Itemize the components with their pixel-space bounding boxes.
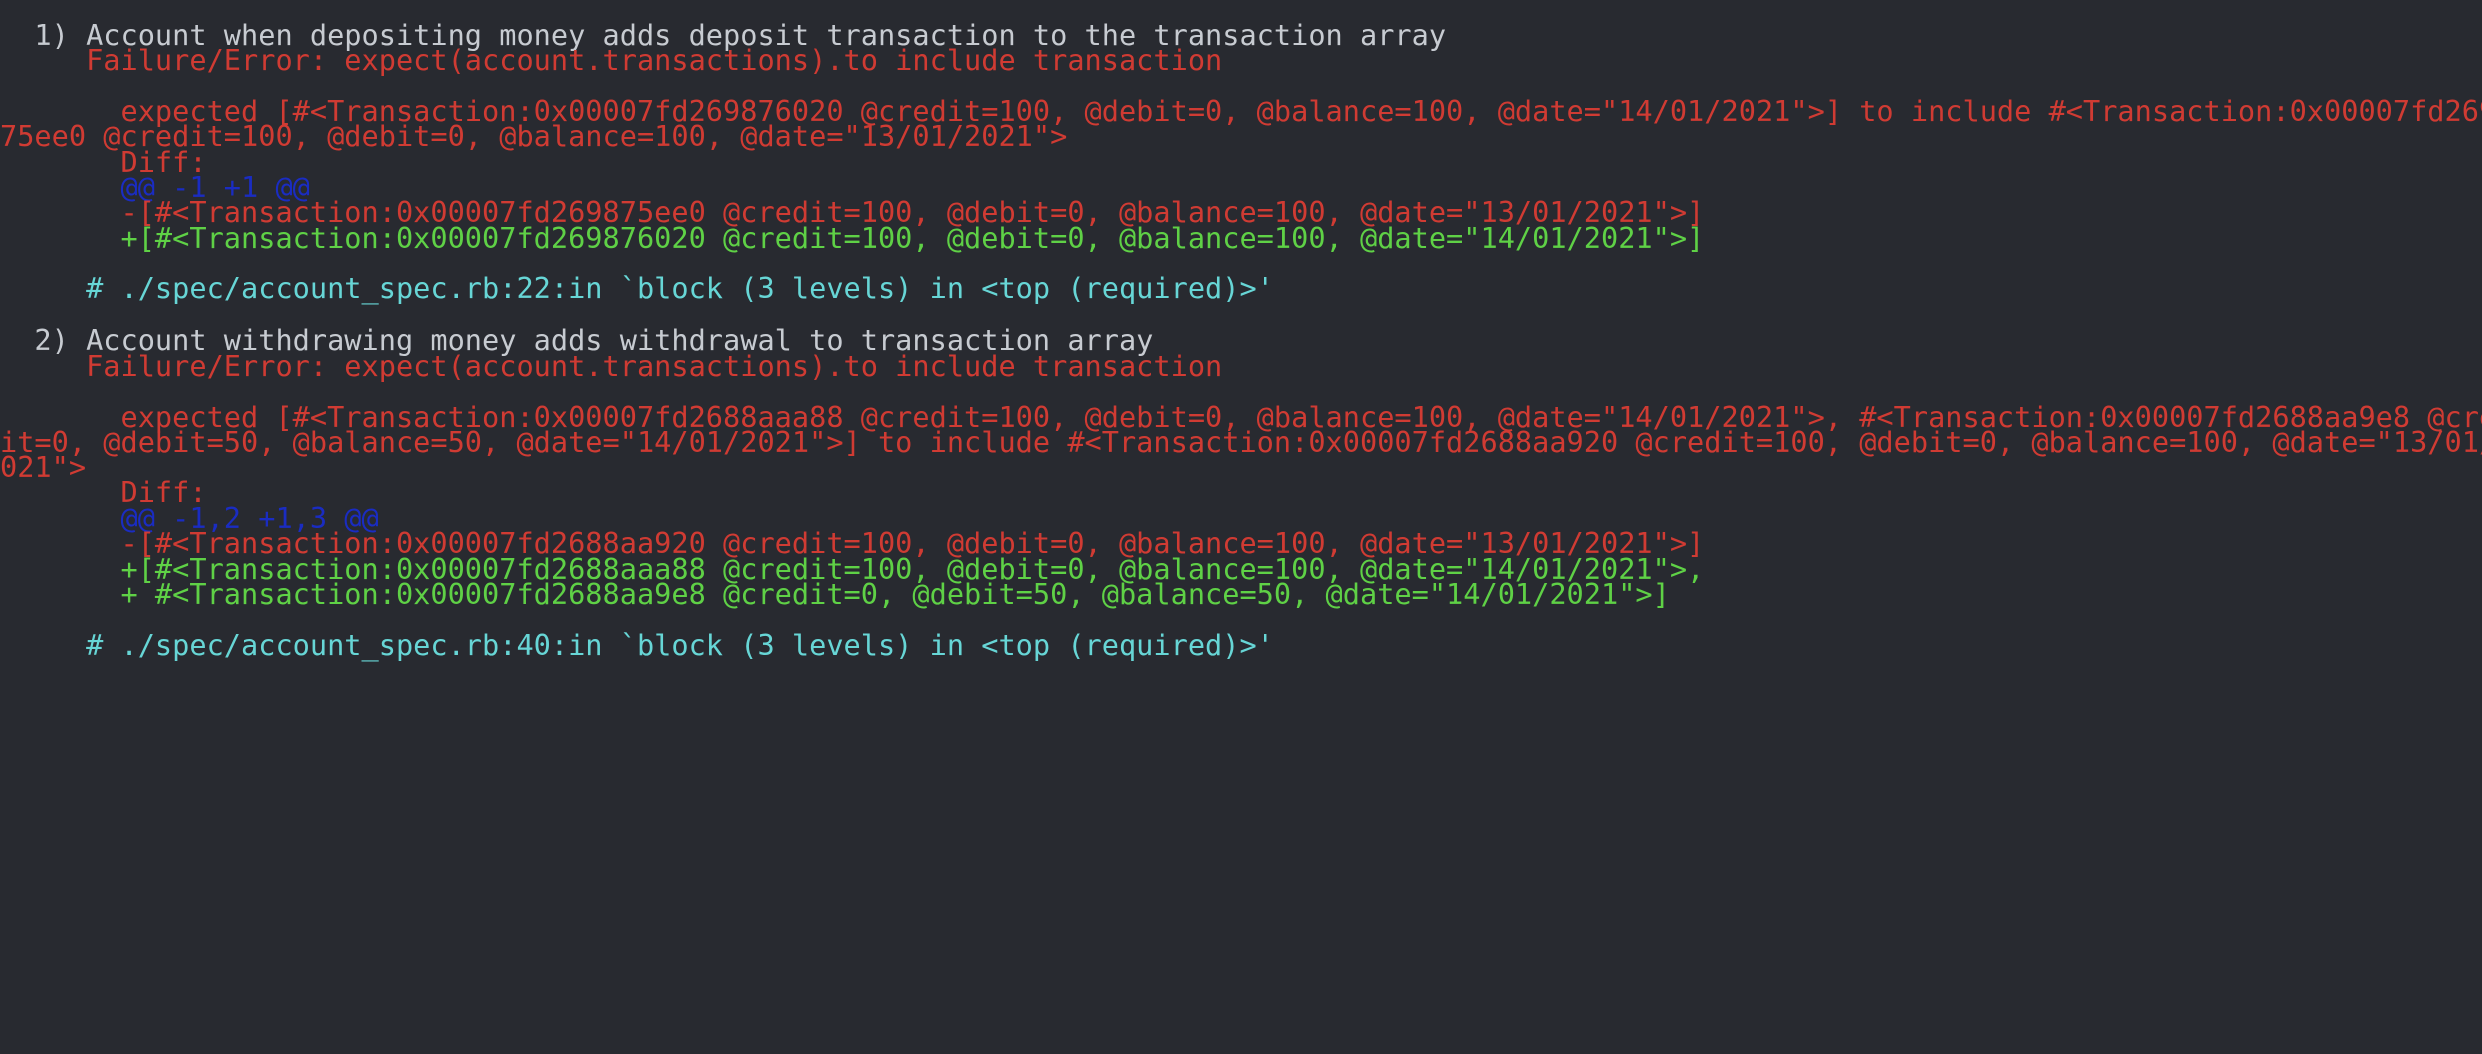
- failure-2-diff-added-2: + #<Transaction:0x00007fd2688aa9e8 @cred…: [0, 577, 1670, 611]
- failure-1-diff-added: +[#<Transaction:0x00007fd269876020 @cred…: [0, 221, 1705, 255]
- failure-2-error: Failure/Error: expect(account.transactio…: [0, 349, 1223, 383]
- failure-1-location[interactable]: # ./spec/account_spec.rb:22:in `block (3…: [0, 268, 1274, 308]
- failure-1-error: Failure/Error: expect(account.transactio…: [0, 43, 1223, 77]
- terminal-window: 1) Account when depositing money adds de…: [0, 0, 2482, 1054]
- failure-2-expected-line-2: it=0, @debit=50, @balance=50, @date="14/…: [0, 425, 2482, 459]
- failure-2-location[interactable]: # ./spec/account_spec.rb:40:in `block (3…: [0, 625, 1274, 665]
